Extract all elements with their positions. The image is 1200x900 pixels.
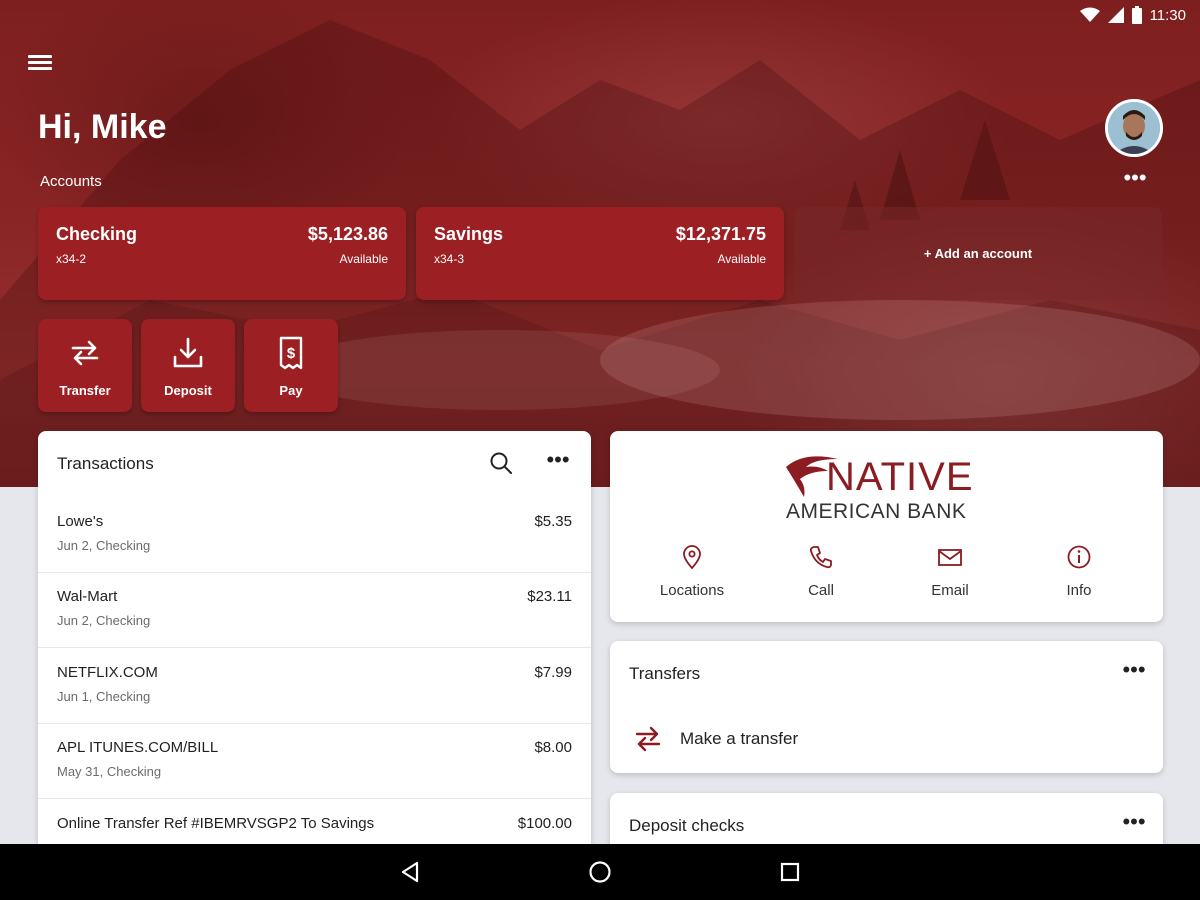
info-label: Info [1066, 582, 1092, 599]
transaction-amount: $5.35 [534, 513, 572, 530]
deposit-checks-title: Deposit checks [629, 816, 745, 835]
transaction-row[interactable]: Lowe's Jun 2, Checking $5.35 [38, 498, 591, 573]
make-transfer-label: Make a transfer [680, 729, 799, 748]
transaction-description: Lowe's [57, 513, 104, 530]
pay-button[interactable]: $ Pay [244, 319, 338, 412]
deposit-button[interactable]: Deposit [141, 319, 235, 412]
transaction-amount: $7.99 [534, 664, 572, 681]
transfer-button[interactable]: Transfer [38, 319, 132, 412]
pay-label: Pay [279, 383, 303, 398]
info-button[interactable]: Info [1019, 544, 1139, 599]
transaction-row[interactable]: APL ITUNES.COM/BILL May 31, Checking $8.… [38, 724, 591, 799]
svg-text:$: $ [287, 345, 296, 362]
transfer-label: Transfer [59, 383, 111, 398]
email-icon [938, 549, 962, 566]
deposit-icon [173, 337, 203, 368]
transaction-amount: $100.00 [517, 815, 572, 832]
transaction-meta: Jun 2, Checking [57, 613, 151, 628]
call-button[interactable]: Call [761, 544, 881, 599]
bank-logo: NATIVE AMERICAN BANK [778, 451, 998, 523]
back-icon[interactable] [396, 858, 424, 886]
location-pin-icon [683, 545, 701, 570]
transfers-title: Transfers [629, 664, 701, 683]
email-button[interactable]: Email [890, 544, 1010, 599]
add-account-button[interactable]: + Add an account [794, 207, 1162, 300]
transfers-card: Transfers ••• Make a transfer [610, 641, 1163, 773]
transaction-description: Wal-Mart [57, 588, 118, 605]
account-number: x34-3 [434, 252, 465, 266]
locations-button[interactable]: Locations [632, 544, 752, 599]
home-icon[interactable] [586, 858, 614, 886]
search-icon[interactable] [488, 450, 514, 476]
checking-account-card[interactable]: Checking x34-2 $5,123.86 Available [38, 207, 406, 300]
recent-apps-icon[interactable] [776, 858, 804, 886]
transaction-description: NETFLIX.COM [57, 664, 158, 681]
account-name: Savings [434, 224, 504, 244]
account-name: Checking [56, 224, 138, 244]
bank-logo-line2: AMERICAN BANK [786, 500, 967, 523]
transaction-description: APL ITUNES.COM/BILL [57, 739, 219, 756]
deposit-label: Deposit [164, 383, 212, 398]
transactions-more-icon[interactable]: ••• [543, 445, 573, 475]
signal-icon [1107, 7, 1124, 23]
account-balance: $12,371.75 [675, 224, 766, 244]
battery-icon [1131, 6, 1142, 24]
transaction-description: Online Transfer Ref #IBEMRVSGP2 To Savin… [57, 815, 375, 832]
account-number: x34-2 [56, 252, 87, 266]
greeting-title: Hi, Mike [38, 108, 167, 146]
transaction-row[interactable]: NETFLIX.COM Jun 1, Checking $7.99 [38, 649, 591, 724]
transaction-meta: Jun 1, Checking [57, 689, 151, 704]
call-label: Call [808, 582, 834, 599]
deposit-more-icon[interactable]: ••• [1119, 807, 1149, 837]
info-icon [1067, 545, 1091, 569]
phone-icon [809, 546, 832, 569]
menu-icon[interactable] [28, 52, 58, 78]
transaction-meta: Jun 2, Checking [57, 538, 151, 553]
transactions-card: Transactions ••• Lowe's Jun 2, Checking … [38, 431, 591, 851]
status-time: 11:30 [1149, 6, 1186, 24]
balance-status: Available [339, 252, 388, 266]
transaction-meta: May 31, Checking [57, 764, 162, 779]
accounts-label: Accounts [40, 173, 102, 190]
savings-account-card[interactable]: Savings x34-3 $12,371.75 Available [416, 207, 784, 300]
android-nav-bar [0, 844, 1200, 900]
balance-status: Available [717, 252, 766, 266]
bank-info-card: NATIVE AMERICAN BANK Locations Call Emai… [610, 431, 1163, 622]
account-balance: $5,123.86 [307, 224, 388, 244]
wifi-icon [1079, 7, 1100, 22]
transfer-icon [71, 340, 99, 366]
status-bar: 11:30 [0, 0, 1200, 32]
transfers-more-icon[interactable]: ••• [1119, 655, 1149, 685]
pay-bill-icon: $ [279, 336, 303, 370]
bank-logo-line1: NATIVE [826, 455, 974, 499]
transaction-row[interactable]: Wal-Mart Jun 2, Checking $23.11 [38, 573, 591, 648]
accounts-more-icon[interactable]: ••• [1120, 167, 1150, 192]
locations-label: Locations [659, 582, 725, 599]
avatar[interactable] [1105, 99, 1163, 157]
transaction-amount: $23.11 [527, 588, 572, 605]
transfer-icon [635, 726, 661, 752]
transaction-amount: $8.00 [534, 739, 572, 756]
make-transfer-button[interactable]: Make a transfer [632, 721, 798, 757]
transactions-title: Transactions [57, 454, 154, 473]
email-label: Email [931, 582, 969, 599]
